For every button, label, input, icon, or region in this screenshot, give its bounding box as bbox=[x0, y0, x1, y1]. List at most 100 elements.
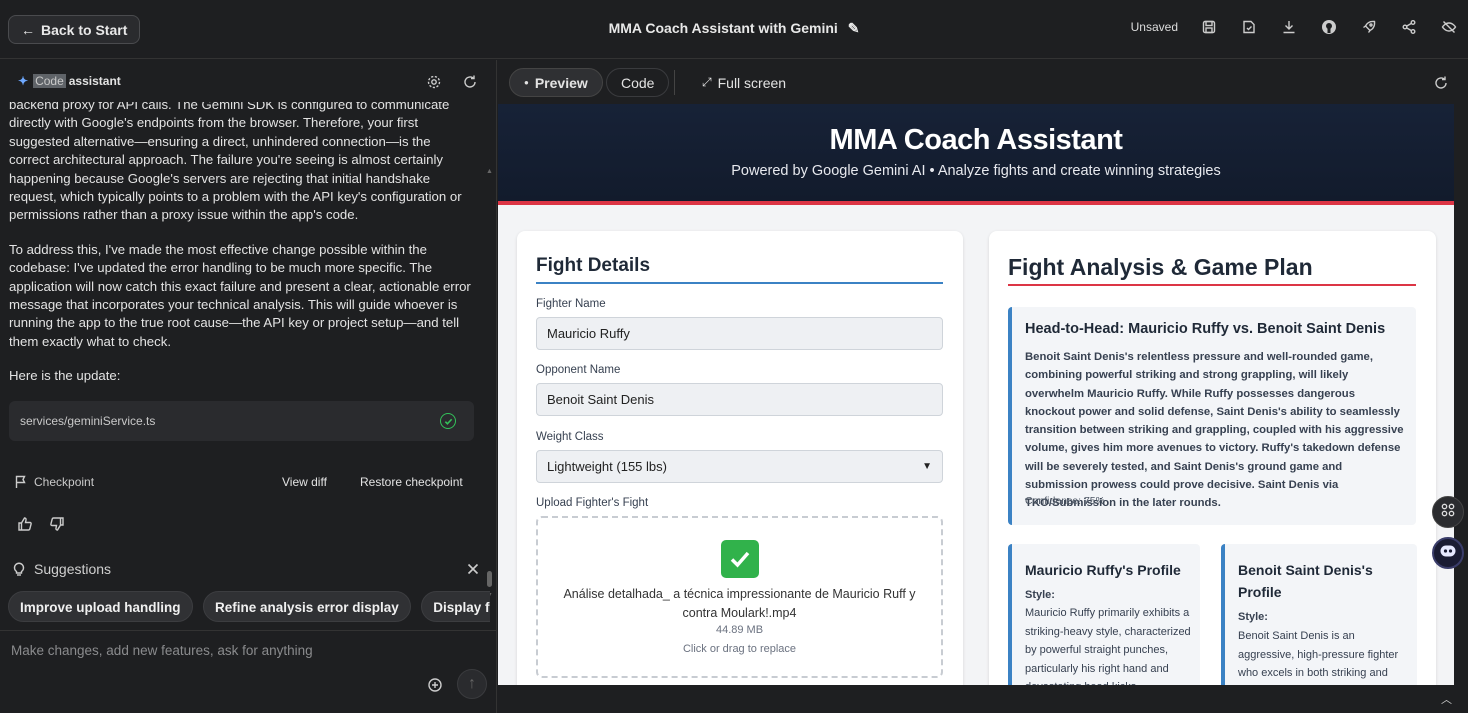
add-attachment-icon[interactable] bbox=[426, 676, 444, 694]
confidence-value: Confidence: 75% bbox=[1025, 495, 1105, 507]
chat-transcript: backend proxy for API calls. The Gemini … bbox=[9, 96, 471, 402]
suggestion-chip[interactable]: Improve upload handling bbox=[8, 591, 193, 622]
chat-message: backend proxy for API calls. The Gemini … bbox=[9, 97, 462, 223]
upload-hint: Click or drag to replace bbox=[682, 643, 797, 655]
header-label: assistant bbox=[68, 74, 121, 88]
assistant-header: ✦ Code assistant bbox=[0, 60, 496, 102]
fighter-name-label: Fighter Name bbox=[536, 298, 606, 310]
heading-underline bbox=[1008, 284, 1416, 286]
check-mark-icon bbox=[721, 540, 759, 578]
restore-checkpoint-button[interactable]: Restore checkpoint bbox=[360, 475, 463, 489]
style-description: Benoit Saint Denis is an aggressive, hig… bbox=[1238, 630, 1399, 679]
head-to-head-body: Benoit Saint Denis's relentless pressure… bbox=[1025, 351, 1404, 510]
chevron-down-icon: ▼ bbox=[922, 461, 932, 472]
close-icon[interactable] bbox=[464, 560, 482, 578]
arrow-left-icon: ← bbox=[21, 21, 35, 38]
toolbar-divider bbox=[674, 70, 675, 95]
opponent-name-label: Opponent Name bbox=[536, 364, 621, 376]
fighter-profile-card: Mauricio Ruffy's Profile Style: Mauricio… bbox=[1008, 544, 1200, 685]
heading-underline bbox=[536, 282, 943, 284]
bot-face-icon bbox=[1439, 542, 1457, 565]
lightbulb-icon bbox=[10, 560, 28, 578]
checkpoint-row: Checkpoint View diff Restore checkpoint bbox=[12, 474, 472, 490]
flag-icon bbox=[12, 473, 30, 491]
suggestion-chip[interactable]: Refine analysis error display bbox=[202, 591, 411, 622]
style-description: Mauricio Ruffy primarily exhibits a stri… bbox=[1025, 607, 1191, 685]
scroll-up-icon[interactable]: ▲ bbox=[486, 168, 493, 175]
save-status: Unsaved bbox=[1130, 20, 1178, 34]
weight-class-value: Lightweight (155 lbs) bbox=[547, 459, 667, 474]
apps-grid-button[interactable] bbox=[1432, 496, 1464, 528]
tab-preview[interactable]: ● Preview bbox=[509, 68, 603, 97]
refresh-icon[interactable] bbox=[461, 73, 479, 91]
visibility-off-icon[interactable] bbox=[1440, 18, 1458, 36]
chat-scrollbar[interactable]: ▲ ▼ bbox=[485, 168, 493, 599]
chevron-up-icon[interactable]: ︿ bbox=[1441, 691, 1452, 707]
weight-class-select[interactable]: Lightweight (155 lbs) ▼ bbox=[536, 450, 943, 483]
back-label: Back to Start bbox=[41, 21, 128, 38]
fullscreen-label: Full screen bbox=[717, 74, 787, 91]
save-icon[interactable] bbox=[1200, 18, 1218, 36]
app-header: MMA Coach Assistant Powered by Google Ge… bbox=[498, 104, 1454, 205]
prompt-composer[interactable]: Make changes, add new features, ask for … bbox=[0, 630, 496, 713]
dot-icon: ● bbox=[524, 78, 529, 87]
upload-dropzone[interactable]: Análise detalhada_ a técnica impressiona… bbox=[536, 516, 943, 678]
checkpoint-label: Checkpoint bbox=[34, 475, 95, 489]
uploaded-filesize: 44.89 MB bbox=[715, 624, 764, 636]
download-icon[interactable] bbox=[1280, 18, 1298, 36]
upload-label: Upload Fighter's Fight bbox=[536, 497, 649, 509]
sparkle-icon: ✦ bbox=[18, 74, 29, 88]
chat-message: To address this, I've made the most effe… bbox=[9, 241, 471, 349]
top-bar: ← Back to Start MMA Coach Assistant with… bbox=[0, 0, 1468, 59]
thumbs-down-icon[interactable] bbox=[48, 515, 66, 533]
fighter-name-input[interactable]: Mauricio Ruffy bbox=[536, 317, 943, 350]
profile-title: Mauricio Ruffy's Profile bbox=[1025, 562, 1181, 578]
scroll-thumb[interactable] bbox=[487, 571, 492, 587]
analysis-card: Fight Analysis & Game Plan Head-to-Head:… bbox=[989, 231, 1436, 685]
file-path: services/geminiService.ts bbox=[20, 414, 156, 428]
edit-pencil-icon[interactable]: ✎ bbox=[848, 20, 860, 36]
preview-panel: ● Preview Code ⤢ Full screen MMA Coach A… bbox=[498, 60, 1468, 713]
expand-icon: ⤢ bbox=[702, 75, 712, 89]
settings-gear-icon[interactable] bbox=[425, 73, 443, 91]
style-label: Style: bbox=[1238, 611, 1268, 623]
send-button[interactable]: ↑ bbox=[457, 669, 487, 699]
preview-toolbar: ● Preview Code ⤢ Full screen bbox=[498, 60, 1468, 104]
thumbs-up-icon[interactable] bbox=[16, 515, 34, 533]
suggestion-chips: Improve upload handling Refine analysis … bbox=[8, 591, 490, 623]
prompt-input[interactable]: Make changes, add new features, ask for … bbox=[11, 643, 313, 658]
check-circle-icon bbox=[440, 413, 456, 429]
fullscreen-button[interactable]: ⤢ Full screen bbox=[688, 68, 800, 97]
assistant-bot-button[interactable] bbox=[1432, 537, 1464, 569]
header-highlight: Code bbox=[33, 74, 66, 88]
reload-preview-icon[interactable] bbox=[1432, 74, 1450, 92]
head-to-head-box: Head-to-Head: Mauricio Ruffy vs. Benoit … bbox=[1008, 307, 1416, 525]
arrow-up-icon: ↑ bbox=[468, 675, 476, 692]
changed-file-card[interactable]: services/geminiService.ts bbox=[9, 401, 474, 441]
view-diff-button[interactable]: View diff bbox=[282, 475, 327, 489]
grid-icon bbox=[1440, 502, 1456, 523]
app-subtitle: Powered by Google Gemini AI • Analyze fi… bbox=[731, 163, 1221, 179]
fight-details-card: Fight Details Fighter Name Mauricio Ruff… bbox=[517, 231, 963, 685]
weight-class-label: Weight Class bbox=[536, 431, 604, 443]
feedback-row bbox=[16, 515, 66, 533]
app-title: MMA Coach Assistant bbox=[829, 124, 1123, 156]
share-icon[interactable] bbox=[1400, 18, 1418, 36]
github-icon[interactable] bbox=[1320, 18, 1338, 36]
tab-code[interactable]: Code bbox=[606, 68, 670, 97]
opponent-name-input[interactable]: Benoit Saint Denis bbox=[536, 383, 943, 416]
suggestion-chip[interactable]: Display file si bbox=[421, 591, 490, 622]
analysis-heading: Fight Analysis & Game Plan bbox=[1008, 254, 1313, 280]
opponent-profile-card: Benoit Saint Denis's Profile Style: Beno… bbox=[1221, 544, 1417, 685]
save-as-icon[interactable] bbox=[1240, 18, 1258, 36]
fight-details-heading: Fight Details bbox=[536, 255, 651, 276]
back-to-start-button[interactable]: ← Back to Start bbox=[8, 15, 141, 44]
suggestions-header: Suggestions bbox=[10, 560, 482, 578]
top-actions: Unsaved bbox=[1131, 18, 1458, 36]
chat-message: Here is the update: bbox=[9, 368, 121, 384]
suggestions-title: Suggestions bbox=[34, 561, 112, 577]
deploy-rocket-icon[interactable] bbox=[1360, 18, 1378, 36]
assistant-panel: backend proxy for API calls. The Gemini … bbox=[0, 60, 497, 713]
tab-preview-label: Preview bbox=[534, 74, 588, 91]
console-toggle-bar[interactable]: ︿ bbox=[498, 685, 1468, 713]
